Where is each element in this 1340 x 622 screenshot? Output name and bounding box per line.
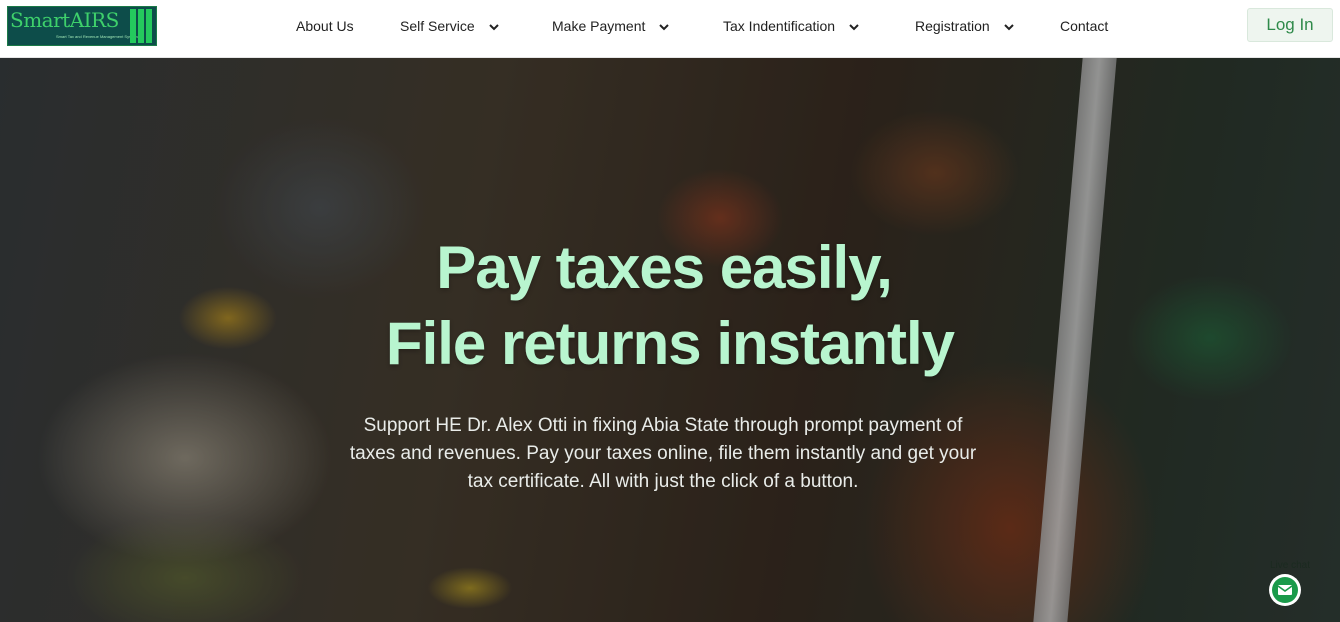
nav-item-make-payment[interactable]: Make Payment (552, 16, 669, 36)
nav-item-label: Contact (1060, 18, 1109, 34)
nav-item-self-service[interactable]: Self Service (400, 16, 499, 36)
live-chat-label: Live chat (1270, 560, 1311, 571)
chevron-down-icon (1003, 24, 1014, 31)
smartairs-logo[interactable]: SmartAIRS Smart Tax and Revenue Manageme… (7, 6, 157, 46)
log-in-button[interactable]: Log In (1247, 8, 1333, 42)
hero-headline-line-2: File returns instantly (385, 310, 955, 377)
hero-headline-line-1: Pay taxes easily, (436, 234, 893, 301)
chevron-down-icon (488, 24, 499, 31)
nav-item-contact[interactable]: Contact (1060, 16, 1108, 36)
nav-item-label: Registration (915, 18, 990, 34)
nav-item-label: Make Payment (552, 18, 646, 34)
nav-item-about-us[interactable]: About Us (296, 16, 354, 36)
hero-banner: Pay taxes easily, File returns instantly… (0, 58, 1340, 622)
hero-subtext: Support HE Dr. Alex Otti in fixing Abia … (349, 415, 977, 492)
live-chat-button[interactable] (1269, 574, 1301, 606)
nav-item-tax-identification[interactable]: Tax Indentification (723, 16, 859, 36)
nav-item-label: Self Service (400, 18, 475, 34)
chevron-down-icon (849, 24, 859, 31)
nav-item-label: Tax Indentification (723, 18, 836, 34)
live-chat-button-inner (1272, 577, 1298, 603)
nav-item-label: About Us (296, 18, 354, 34)
top-navbar: SmartAIRS Smart Tax and Revenue Manageme… (0, 0, 1340, 58)
envelope-icon (1277, 585, 1293, 595)
logo-wordmark: SmartAIRS (10, 8, 119, 32)
logo-bars-graphic (128, 9, 152, 43)
chevron-down-icon (659, 24, 669, 31)
nav-item-registration[interactable]: Registration (915, 16, 1014, 36)
